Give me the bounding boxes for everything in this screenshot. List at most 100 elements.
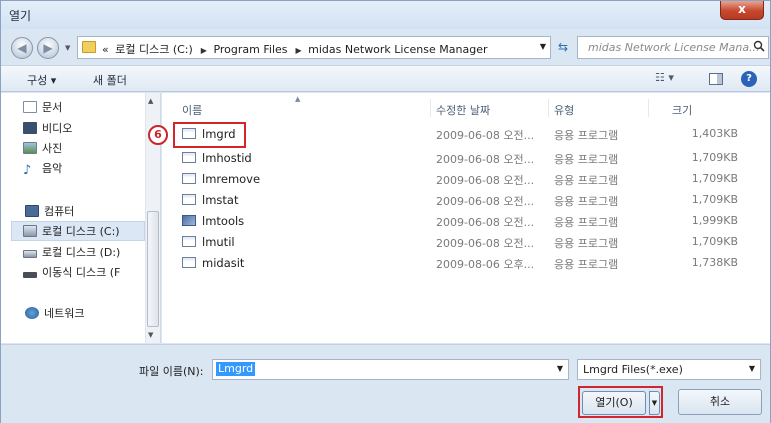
file-type: 응용 프로그램 [554,174,619,187]
nav-item-videos[interactable]: 비디오 [23,120,72,138]
nav-item-network[interactable]: 네트워크 [25,305,84,323]
file-size: 1,999KB [691,214,738,227]
filetype-dropdown-icon[interactable]: ▼ [749,364,755,373]
new-folder-button[interactable]: 새 폴더 [93,72,127,88]
column-divider[interactable] [548,99,549,117]
open-options-dropdown-icon[interactable]: ▼ [649,391,660,415]
address-bar[interactable]: « 로컬 디스크 (C:) ▶ Program Files ▶ midas Netw… [77,36,551,59]
refresh-icon[interactable]: ⇆ [553,37,573,58]
document-icon [23,101,37,113]
picture-icon [23,142,37,154]
application-icon [182,236,196,247]
file-row[interactable]: lmremove 2009-06-08 오전... 응용 프로그램 1,709K… [162,169,770,189]
close-button[interactable]: x [720,1,764,20]
cancel-button[interactable]: 취소 [678,389,762,415]
address-row: ◀ ▶ ▼ « 로컬 디스크 (C:) ▶ Program Files ▶ mida… [1,31,770,63]
filename-dropdown-icon[interactable]: ▼ [557,364,563,373]
file-size: 1,709KB [691,235,738,248]
column-header-type[interactable]: 유형 [554,102,574,118]
file-list: ▲ 이름 수정한 날짜 유형 크기 lmgrd 2009-06-08 오전...… [162,93,770,343]
file-type: 응용 프로그램 [554,237,619,250]
nav-item-music[interactable]: ♪ 음악 [23,160,62,178]
column-header-name[interactable]: 이름 [182,102,202,118]
file-row[interactable]: lmutil 2009-06-08 오전... 응용 프로그램 1,709KB [162,232,770,252]
nav-item-removable-disk[interactable]: 이동식 디스크 (F [23,264,120,282]
filename-label: 파일 이름(N): [139,365,204,378]
computer-icon [25,205,39,217]
views-button[interactable]: ☷ ▾ [655,71,674,84]
column-header-date[interactable]: 수정한 날짜 [436,102,490,118]
forward-icon[interactable]: ▶ [37,37,59,59]
breadcrumb-item[interactable]: 로컬 디스크 (C:) [115,43,193,56]
file-type: 응용 프로그램 [554,216,619,229]
search-icon[interactable] [753,40,765,52]
breadcrumb-item[interactable]: Program Files [213,43,287,56]
dialog-footer: 파일 이름(N): Lmgrd ▼ Lmgrd Files(*.exe) ▼ 열… [1,344,770,423]
search-placeholder: midas Network License Mana... [588,41,760,54]
file-date: 2009-06-08 오전... [436,216,535,229]
breadcrumb: « 로컬 디스크 (C:) ▶ Program Files ▶ midas Netw… [102,41,491,57]
nav-item-local-disk-c[interactable]: 로컬 디스크 (C:) [23,223,120,241]
filename-value[interactable]: Lmgrd [216,362,256,376]
nav-item-pictures[interactable]: 사진 [23,140,62,158]
address-dropdown-icon[interactable]: ▼ [540,42,546,51]
video-icon [23,122,37,134]
nav-item-documents[interactable]: 문서 [23,99,62,117]
history-dropdown-icon[interactable]: ▼ [65,44,70,52]
file-size: 1,709KB [691,172,738,185]
nav-item-computer[interactable]: 컴퓨터 [25,203,74,221]
search-input[interactable]: midas Network License Mana... [577,36,769,59]
application-icon [182,152,196,163]
file-date: 2009-06-08 오전... [436,237,535,250]
file-type: 응용 프로그램 [554,258,619,271]
column-divider[interactable] [430,99,431,117]
breadcrumb-item[interactable]: midas Network License Manager [308,43,487,56]
local-disk-icon [23,250,37,258]
application-icon [182,173,196,184]
file-type: 응용 프로그램 [554,195,619,208]
preview-pane-icon[interactable] [709,73,723,85]
file-row[interactable]: midasit 2009-08-06 오후... 응용 프로그램 1,738KB [162,253,770,273]
help-icon[interactable]: ? [741,71,757,87]
breadcrumb-overflow[interactable]: « [102,43,109,56]
folder-icon [82,41,96,53]
file-type: 응용 프로그램 [554,153,619,166]
scroll-up-icon[interactable]: ▲ [148,97,153,105]
open-button[interactable]: 열기(O) [582,391,646,415]
tools-application-icon [182,215,196,226]
file-size: 1,709KB [691,151,738,164]
chevron-right-icon[interactable]: ▶ [201,46,207,55]
filetype-value: Lmgrd Files(*.exe) [583,363,683,376]
back-icon[interactable]: ◀ [11,37,33,59]
file-name: midasit [202,256,245,270]
file-name: lmutil [202,235,235,249]
file-date: 2009-08-06 오후... [436,258,535,271]
file-row[interactable]: lmstat 2009-06-08 오전... 응용 프로그램 1,709KB [162,190,770,210]
scroll-down-icon[interactable]: ▼ [148,331,153,339]
application-icon [182,257,196,268]
window-title: 열기 [9,9,32,23]
application-icon [182,194,196,205]
sort-ascending-icon: ▲ [295,95,301,103]
filetype-select[interactable]: Lmgrd Files(*.exe) ▼ [577,359,761,380]
local-disk-icon [23,225,37,237]
file-row[interactable]: lmhostid 2009-06-08 오전... 응용 프로그램 1,709K… [162,148,770,168]
file-date: 2009-06-08 오전... [436,153,535,166]
nav-item-local-disk-d[interactable]: 로컬 디스크 (D:) [23,244,120,262]
file-date: 2009-06-08 오전... [436,174,535,187]
file-name: lmstat [202,193,239,207]
file-row[interactable]: lmtools 2009-06-08 오전... 응용 프로그램 1,999KB [162,211,770,231]
chevron-right-icon[interactable]: ▶ [296,46,302,55]
command-toolbar: 구성 ▾ 새 폴더 ☷ ▾ ? [1,65,770,92]
column-header-size[interactable]: 크기 [672,102,692,118]
organize-button[interactable]: 구성 ▾ [27,72,56,88]
file-row[interactable]: lmgrd 2009-06-08 오전... 응용 프로그램 1,403KB [162,124,770,144]
title-bar: 열기 x [1,1,770,29]
file-size: 1,403KB [691,127,738,140]
scroll-thumb[interactable] [147,211,159,327]
step-number-badge: 6 [148,125,168,145]
open-highlight-box: 열기(O) ▼ [578,386,663,418]
column-divider[interactable] [648,99,649,117]
file-name: lmhostid [202,151,252,165]
filename-field[interactable]: Lmgrd ▼ [212,359,569,380]
